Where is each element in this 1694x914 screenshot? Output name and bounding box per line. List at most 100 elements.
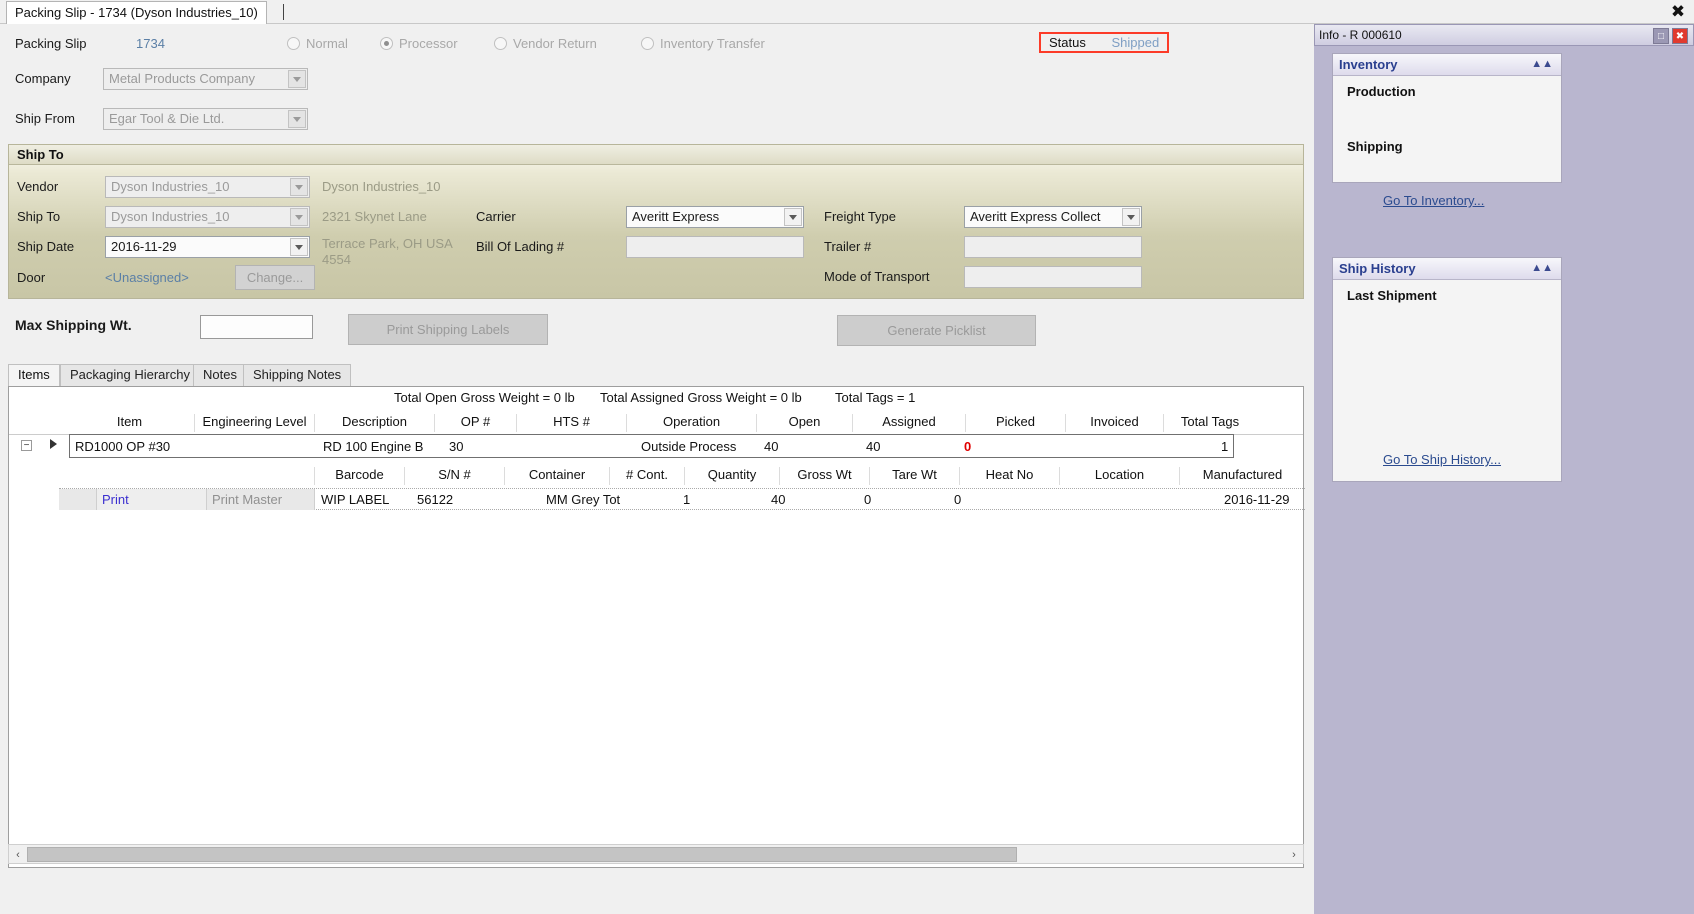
sub-col-manufactured[interactable]: Manufactured <box>1180 467 1305 485</box>
chevron-up-icon[interactable]: ▲▲ <box>1531 262 1553 274</box>
col-operation[interactable]: Operation <box>627 414 757 432</box>
col-hts[interactable]: HTS # <box>517 414 627 432</box>
card-inventory-header[interactable]: Inventory ▲▲ <box>1333 54 1561 76</box>
generate-picklist-button[interactable]: Generate Picklist <box>837 315 1036 346</box>
col-op[interactable]: OP # <box>435 414 517 432</box>
sub-col-cont-count[interactable]: # Cont. <box>610 467 685 485</box>
scroll-right-arrow-icon[interactable]: › <box>1286 846 1302 863</box>
col-assigned[interactable]: Assigned <box>853 414 966 432</box>
col-invoiced[interactable]: Invoiced <box>1066 414 1164 432</box>
cell-picked: 0 <box>964 439 972 454</box>
col-picked[interactable]: Picked <box>966 414 1066 432</box>
chevron-down-icon[interactable] <box>290 208 308 226</box>
cell-description: RD 100 Engine B <box>323 439 424 454</box>
print-shipping-labels-button[interactable]: Print Shipping Labels <box>348 314 548 345</box>
generate-picklist-label: Generate Picklist <box>887 323 986 338</box>
chevron-up-icon[interactable]: ▲▲ <box>1531 58 1553 70</box>
bill-of-lading-input[interactable] <box>626 236 804 258</box>
sub-col-sn[interactable]: S/N # <box>405 467 505 485</box>
door-value: <Unassigned> <box>105 270 189 285</box>
sub-cell-cont-count: 1 <box>683 492 691 507</box>
change-door-button[interactable]: Change... <box>235 265 315 290</box>
sub-col-gross-wt[interactable]: Gross Wt <box>780 467 870 485</box>
card-ship-history-header[interactable]: Ship History ▲▲ <box>1333 258 1561 280</box>
radio-inventory-transfer[interactable]: Inventory Transfer <box>641 36 765 51</box>
window-titlebar: Packing Slip - 1734 (Dyson Industries_10… <box>0 0 1694 24</box>
sub-col-container[interactable]: Container <box>505 467 610 485</box>
print-master-link[interactable]: Print Master <box>207 489 315 510</box>
radio-processor[interactable]: Processor <box>380 36 458 51</box>
restore-icon[interactable]: □ <box>1653 28 1669 44</box>
trailer-input[interactable] <box>964 236 1142 258</box>
radio-normal[interactable]: Normal <box>287 36 348 51</box>
sub-col-tare-wt[interactable]: Tare Wt <box>870 467 960 485</box>
radio-normal-dot <box>287 37 300 50</box>
address-line-3: 4554 <box>322 252 351 267</box>
grid-horizontal-scrollbar[interactable]: ‹ › <box>8 844 1304 864</box>
freight-type-select[interactable]: Averitt Express Collect <box>964 206 1142 228</box>
chevron-down-icon[interactable] <box>784 208 802 226</box>
col-item[interactable]: Item <box>65 414 195 432</box>
freight-type-select-value: Averitt Express Collect <box>970 209 1101 224</box>
total-tags: Total Tags = 1 <box>835 390 916 405</box>
col-description[interactable]: Description <box>315 414 435 432</box>
tab-shipping-notes-label: Shipping Notes <box>253 367 342 382</box>
info-panel-title: Info - R 000610 <box>1319 28 1402 42</box>
chevron-down-icon[interactable] <box>1122 208 1140 226</box>
scrollbar-thumb[interactable] <box>27 847 1017 862</box>
sub-col-heat-no[interactable]: Heat No <box>960 467 1060 485</box>
inventory-item-shipping[interactable]: Shipping <box>1347 139 1403 154</box>
print-link[interactable]: Print <box>97 489 207 510</box>
sub-col-quantity[interactable]: Quantity <box>685 467 780 485</box>
ship-history-item-last-shipment[interactable]: Last Shipment <box>1347 288 1437 303</box>
items-tabstrip: Items Packaging Hierarchy Notes Shipping… <box>8 364 1304 386</box>
max-shipping-weight-label: Max Shipping Wt. <box>15 317 132 333</box>
status-label: Status <box>1049 35 1086 50</box>
go-to-inventory-link[interactable]: Go To Inventory... <box>1383 193 1484 208</box>
list-item[interactable]: Print Print Master WIP LABEL 56122 MM Gr… <box>59 488 1305 510</box>
tab-notes[interactable]: Notes <box>193 364 247 386</box>
radio-vendor-return[interactable]: Vendor Return <box>494 36 597 51</box>
chevron-down-icon[interactable] <box>290 178 308 196</box>
tab-items[interactable]: Items <box>8 364 60 386</box>
close-icon[interactable]: ✖ <box>1672 28 1688 44</box>
sub-cell-barcode: WIP LABEL <box>321 492 390 507</box>
sub-col-blank1 <box>59 467 207 485</box>
col-open[interactable]: Open <box>757 414 853 432</box>
ship-from-select[interactable]: Egar Tool & Die Ltd. <box>103 108 308 130</box>
tab-packaging-hierarchy-label: Packaging Hierarchy <box>70 367 190 382</box>
chevron-down-icon[interactable] <box>290 238 308 256</box>
sub-cell-gross-wt: 0 <box>864 492 872 507</box>
ship-to-select[interactable]: Dyson Industries_10 <box>105 206 310 228</box>
sub-cell-quantity: 40 <box>771 492 786 507</box>
go-to-ship-history-link[interactable]: Go To Ship History... <box>1383 452 1501 467</box>
cell-open: 40 <box>764 439 779 454</box>
chevron-down-icon[interactable] <box>288 70 306 88</box>
tab-shipping-notes[interactable]: Shipping Notes <box>243 364 352 386</box>
sub-col-location[interactable]: Location <box>1060 467 1180 485</box>
carrier-select[interactable]: Averitt Express <box>626 206 804 228</box>
chevron-down-icon[interactable] <box>288 110 306 128</box>
close-icon[interactable]: ✖ <box>1668 2 1688 22</box>
ship-date-picker[interactable]: 2016-11-29 <box>105 236 310 258</box>
tab-packaging-hierarchy[interactable]: Packaging Hierarchy <box>60 364 200 386</box>
ship-to-select-value: Dyson Industries_10 <box>111 209 230 224</box>
vendor-label: Vendor <box>17 179 59 194</box>
col-engineering-level[interactable]: Engineering Level <box>195 414 315 432</box>
max-shipping-weight-input[interactable] <box>200 315 313 339</box>
vendor-select[interactable]: Dyson Industries_10 <box>105 176 310 198</box>
packing-slip-value: 1734 <box>136 36 165 51</box>
sub-col-barcode[interactable]: Barcode <box>315 467 405 485</box>
address-line-1: 2321 Skynet Lane <box>322 209 427 224</box>
bill-of-lading-label: Bill Of Lading # <box>476 239 565 254</box>
document-tab[interactable]: Packing Slip - 1734 (Dyson Industries_10… <box>6 1 267 24</box>
scroll-left-arrow-icon[interactable]: ‹ <box>10 846 26 863</box>
company-select[interactable]: Metal Products Company <box>103 68 308 90</box>
sub-cell-tare-wt: 0 <box>954 492 962 507</box>
packing-slip-form: Packing Slip 1734 Normal Processor Vendo… <box>0 24 1414 914</box>
mode-of-transport-input[interactable] <box>964 266 1142 288</box>
mode-of-transport-label: Mode of Transport <box>824 269 930 284</box>
inventory-item-production[interactable]: Production <box>1347 84 1416 99</box>
col-total-tags[interactable]: Total Tags <box>1164 414 1256 432</box>
table-row[interactable]: RD1000 OP #30 RD 100 Engine B 30 Outside… <box>9 436 1303 459</box>
